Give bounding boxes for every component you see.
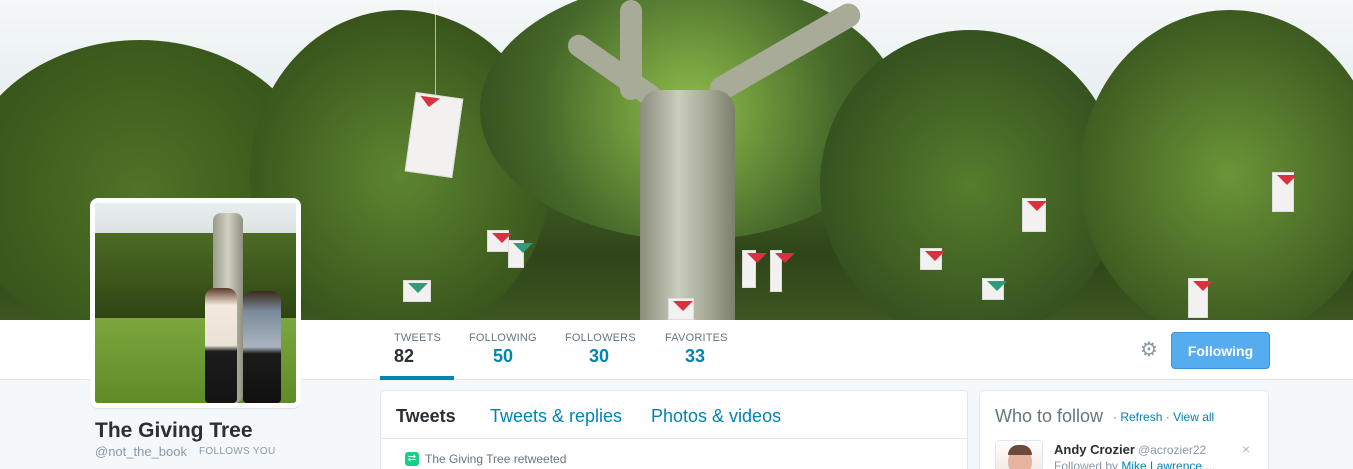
- stat-label: FAVORITES: [665, 332, 728, 344]
- banner-envelope: [770, 250, 795, 292]
- banner-tree-trunk: [640, 90, 735, 320]
- banner-string: [435, 0, 436, 100]
- separator-dot: ·: [1113, 410, 1117, 424]
- suggestion-name[interactable]: Andy Crozier: [1054, 442, 1135, 457]
- banner-envelope: [1188, 278, 1213, 318]
- retweet-icon: ⇄: [405, 452, 419, 466]
- timeline-tabs: Tweets Tweets & replies Photos & videos: [381, 391, 967, 439]
- stat-label: FOLLOWERS: [565, 332, 636, 344]
- stat-favorites[interactable]: FAVORITES 33: [665, 332, 728, 367]
- retweet-notice: ⇄ The Giving Tree retweeted: [405, 452, 566, 466]
- avatar[interactable]: [90, 198, 301, 408]
- followed-by-name[interactable]: Mike Lawrence: [1121, 459, 1202, 469]
- banner-envelope: [487, 230, 512, 252]
- who-to-follow-card: Who to follow · Refresh · View all Andy …: [979, 390, 1269, 469]
- view-all-link[interactable]: View all: [1173, 410, 1214, 424]
- stat-value: 30: [589, 346, 610, 366]
- banner-envelope: [742, 250, 767, 288]
- dismiss-suggestion-close-icon[interactable]: ×: [1242, 441, 1250, 457]
- gear-icon[interactable]: ⚙: [1138, 339, 1160, 361]
- tab-tweets[interactable]: Tweets: [396, 406, 456, 427]
- stat-following[interactable]: FOLLOWING 50: [469, 332, 537, 367]
- banner-envelope: [1022, 198, 1047, 232]
- avatar-person: [205, 288, 237, 403]
- suggestion-avatar[interactable]: [995, 440, 1043, 469]
- suggestion-followed-by: Followed by Mike Lawrence ...: [1054, 459, 1215, 469]
- banner-envelope: [982, 278, 1007, 300]
- suggestion-handle[interactable]: @acrozier22: [1138, 443, 1206, 457]
- banner-foliage: [820, 30, 1120, 320]
- banner-branch: [620, 0, 642, 100]
- stat-label: TWEETS: [394, 332, 442, 344]
- following-button[interactable]: Following: [1171, 332, 1270, 369]
- avatar-hair: [1008, 445, 1032, 455]
- profile-name[interactable]: The Giving Tree: [95, 419, 253, 443]
- banner-envelope: [668, 298, 694, 320]
- stat-value: 33: [685, 346, 706, 366]
- followed-by-prefix: Followed by: [1054, 459, 1119, 469]
- stat-label: FOLLOWING: [469, 332, 537, 344]
- banner-envelope: [403, 280, 431, 302]
- followed-by-ellipsis: ...: [1205, 459, 1216, 469]
- refresh-link[interactable]: Refresh: [1120, 410, 1162, 424]
- active-stat-underline: [380, 376, 454, 380]
- retweet-notice-text[interactable]: The Giving Tree retweeted: [425, 452, 566, 466]
- stat-tweets[interactable]: TWEETS 82: [394, 332, 441, 367]
- profile-handle[interactable]: @not_the_book: [95, 444, 187, 459]
- banner-envelope: [1272, 172, 1297, 212]
- follows-you-badge: FOLLOWS YOU: [199, 446, 276, 457]
- stat-followers[interactable]: FOLLOWERS 30: [565, 332, 636, 367]
- stat-value: 82: [394, 346, 415, 366]
- tab-photos-videos[interactable]: Photos & videos: [651, 406, 781, 427]
- banner-envelope: [508, 240, 533, 268]
- who-to-follow-title: Who to follow: [995, 406, 1104, 426]
- separator-dot: ·: [1165, 410, 1170, 424]
- who-to-follow-links: · Refresh · View all: [1113, 410, 1214, 424]
- stat-value: 50: [493, 346, 514, 366]
- banner-envelope: [920, 248, 945, 270]
- timeline-card: Tweets Tweets & replies Photos & videos …: [380, 390, 968, 469]
- tab-tweets-replies[interactable]: Tweets & replies: [490, 406, 622, 427]
- avatar-person: [243, 291, 281, 403]
